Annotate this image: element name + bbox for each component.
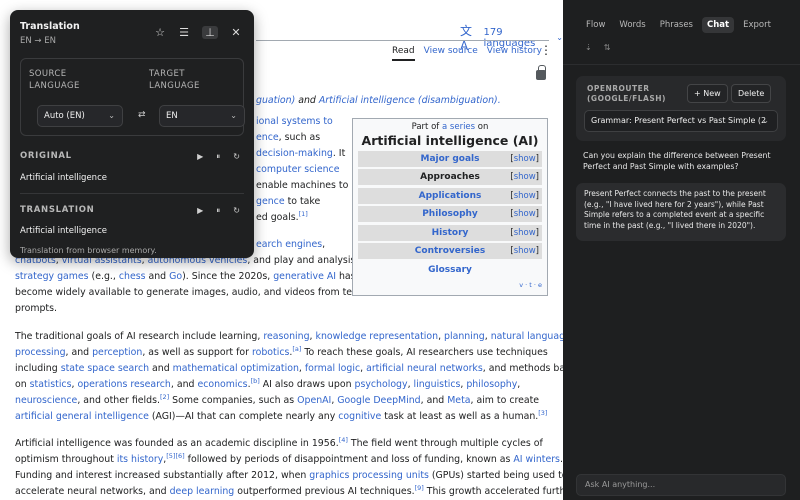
translation-label: TRANSLATION <box>20 205 95 215</box>
p3-line: optimism throughout its history,[5][6] f… <box>15 452 563 465</box>
divider <box>20 193 244 194</box>
tab-words[interactable]: Words <box>614 17 650 33</box>
chevron-down-icon: ⌄ <box>762 116 769 125</box>
p1-line: strategy games (e.g., chess and Go). Sin… <box>15 271 356 282</box>
p2-line: processing, and perception, as well as s… <box>15 345 548 358</box>
target-language-select[interactable]: EN ⌄ <box>159 105 245 127</box>
series-link[interactable]: a series <box>442 122 475 132</box>
infobox-title: Artificial intelligence (AI) <box>361 133 539 148</box>
hatnote-link-prev[interactable]: guation) <box>256 95 295 106</box>
chevron-down-icon: ⌄ <box>108 111 115 120</box>
play-icon[interactable]: ▶ <box>197 152 203 162</box>
hatnote: guation) and Artificial intelligence (di… <box>256 95 501 106</box>
user-message: Can you explain the difference between P… <box>583 151 771 171</box>
pin-icon[interactable]: ⊥ <box>202 26 218 39</box>
tab-phrases[interactable]: Phrases <box>655 17 698 33</box>
language-pair: EN → EN <box>20 36 56 46</box>
p1-line: ed goals.[1] <box>256 210 308 223</box>
provider-label: OPENROUTER (GOOGLE/FLASH) <box>587 84 666 103</box>
translation-popup: Translation EN → EN ☆ ☰ ⊥ ✕ SOURCE LANGU… <box>10 10 254 258</box>
p2-line: artificial general intelligence (AGI)—AI… <box>15 409 548 422</box>
tab-chat[interactable]: Chat <box>702 17 735 33</box>
ai-message: Present Perfect connects the past to the… <box>576 183 786 241</box>
conversation-select[interactable]: Grammar: Present Perfect vs Past Simple … <box>584 110 778 132</box>
header-divider <box>256 40 549 41</box>
glossary-link[interactable]: Glossary <box>353 265 547 275</box>
pause-icon[interactable]: ⏸ <box>216 206 220 216</box>
assistant-sidebar: Flow Words Phrases Chat Export ⇣ ⇅ OPENR… <box>563 0 800 500</box>
close-icon[interactable]: ✕ <box>230 26 242 39</box>
star-icon[interactable]: ☆ <box>154 26 166 39</box>
target-language-label: TARGET LANGUAGE <box>149 69 200 91</box>
hatnote-link[interactable]: Artificial intelligence (disambiguation)… <box>319 95 501 106</box>
swap-icon[interactable]: ⇄ <box>138 110 146 120</box>
p2-line: on statistics, operations research, and … <box>15 377 521 390</box>
p3-line: Artificial intelligence was founded as a… <box>15 436 543 449</box>
view-tabs: Read View source View history <box>392 46 542 61</box>
infobox-row[interactable]: Applications [show] <box>358 187 542 204</box>
vte-links[interactable]: v · t · e <box>519 281 542 289</box>
sidebar-tabs: Flow Words Phrases Chat Export <box>581 17 776 33</box>
p3-line: accelerate neural networks, and deep lea… <box>15 484 563 497</box>
p1-line: decision-making. It <box>256 148 346 159</box>
memory-note: Translation from browser memory. <box>20 246 157 255</box>
p1-line: prompts. <box>15 303 57 314</box>
p1-line: earch engines, <box>256 239 326 250</box>
tab-view-history[interactable]: View history <box>487 46 542 61</box>
infobox-row[interactable]: Controversies [show] <box>358 242 542 259</box>
menu-icon[interactable]: ☰ <box>178 26 190 39</box>
p2-line: including state space search and mathema… <box>15 363 563 374</box>
replay-icon[interactable]: ↻ <box>233 152 240 162</box>
sidebar-divider <box>563 64 800 65</box>
more-options-icon[interactable]: ⋮ <box>540 44 552 56</box>
translation-text: Artificial intelligence <box>20 226 107 236</box>
popup-title: Translation <box>20 21 80 32</box>
download-icon[interactable]: ⇣ <box>585 43 592 52</box>
sort-icon[interactable]: ⇅ <box>604 43 611 52</box>
p2-line: neuroscience, and other fields.[2] Some … <box>15 393 540 406</box>
chevron-down-icon: ⌄ <box>230 111 237 120</box>
infobox-row[interactable]: Approaches [show] <box>358 169 542 186</box>
p1-line: become widely available to generate imag… <box>15 287 362 298</box>
tab-read[interactable]: Read <box>392 46 415 61</box>
infobox-row[interactable]: Philosophy [show] <box>358 206 542 223</box>
p1-line: ional systems to <box>256 116 333 127</box>
original-label: ORIGINAL <box>20 151 72 161</box>
delete-chat-button[interactable]: Delete <box>731 84 772 103</box>
infobox-row[interactable]: History [show] <box>358 224 542 241</box>
source-language-select[interactable]: Auto (EN) ⌄ <box>37 105 123 127</box>
p1-line: computer science <box>256 164 340 175</box>
new-chat-button[interactable]: + New <box>687 84 728 103</box>
p1-line: enable machines to <box>256 180 349 191</box>
infobox-row[interactable]: Major goals [show] <box>358 151 542 167</box>
p1-line: gence to take <box>256 196 321 207</box>
tab-flow[interactable]: Flow <box>581 17 610 33</box>
chat-config-card: OPENROUTER (GOOGLE/FLASH) + New Delete G… <box>576 76 786 141</box>
original-text: Artificial intelligence <box>20 173 107 183</box>
infobox-series: Part of a series on <box>411 122 489 132</box>
p2-line: The traditional goals of AI research inc… <box>15 331 563 342</box>
lock-icon <box>536 65 546 80</box>
p3-line: Funding and interest increased substanti… <box>15 470 563 481</box>
source-language-label: SOURCE LANGUAGE <box>29 69 80 91</box>
chevron-down-icon: ⌄ <box>556 33 563 42</box>
replay-icon[interactable]: ↻ <box>233 206 240 216</box>
tab-export[interactable]: Export <box>738 17 776 33</box>
chat-input[interactable]: Ask AI anything... <box>576 474 786 496</box>
infobox: Part of a series on Artificial intellige… <box>352 118 548 296</box>
p1-line: ence, such as <box>256 132 321 143</box>
language-selector: SOURCE LANGUAGE TARGET LANGUAGE Auto (EN… <box>20 58 245 136</box>
play-icon[interactable]: ▶ <box>197 206 203 216</box>
pause-icon[interactable]: ⏸ <box>216 152 220 162</box>
tab-view-source[interactable]: View source <box>424 46 478 61</box>
